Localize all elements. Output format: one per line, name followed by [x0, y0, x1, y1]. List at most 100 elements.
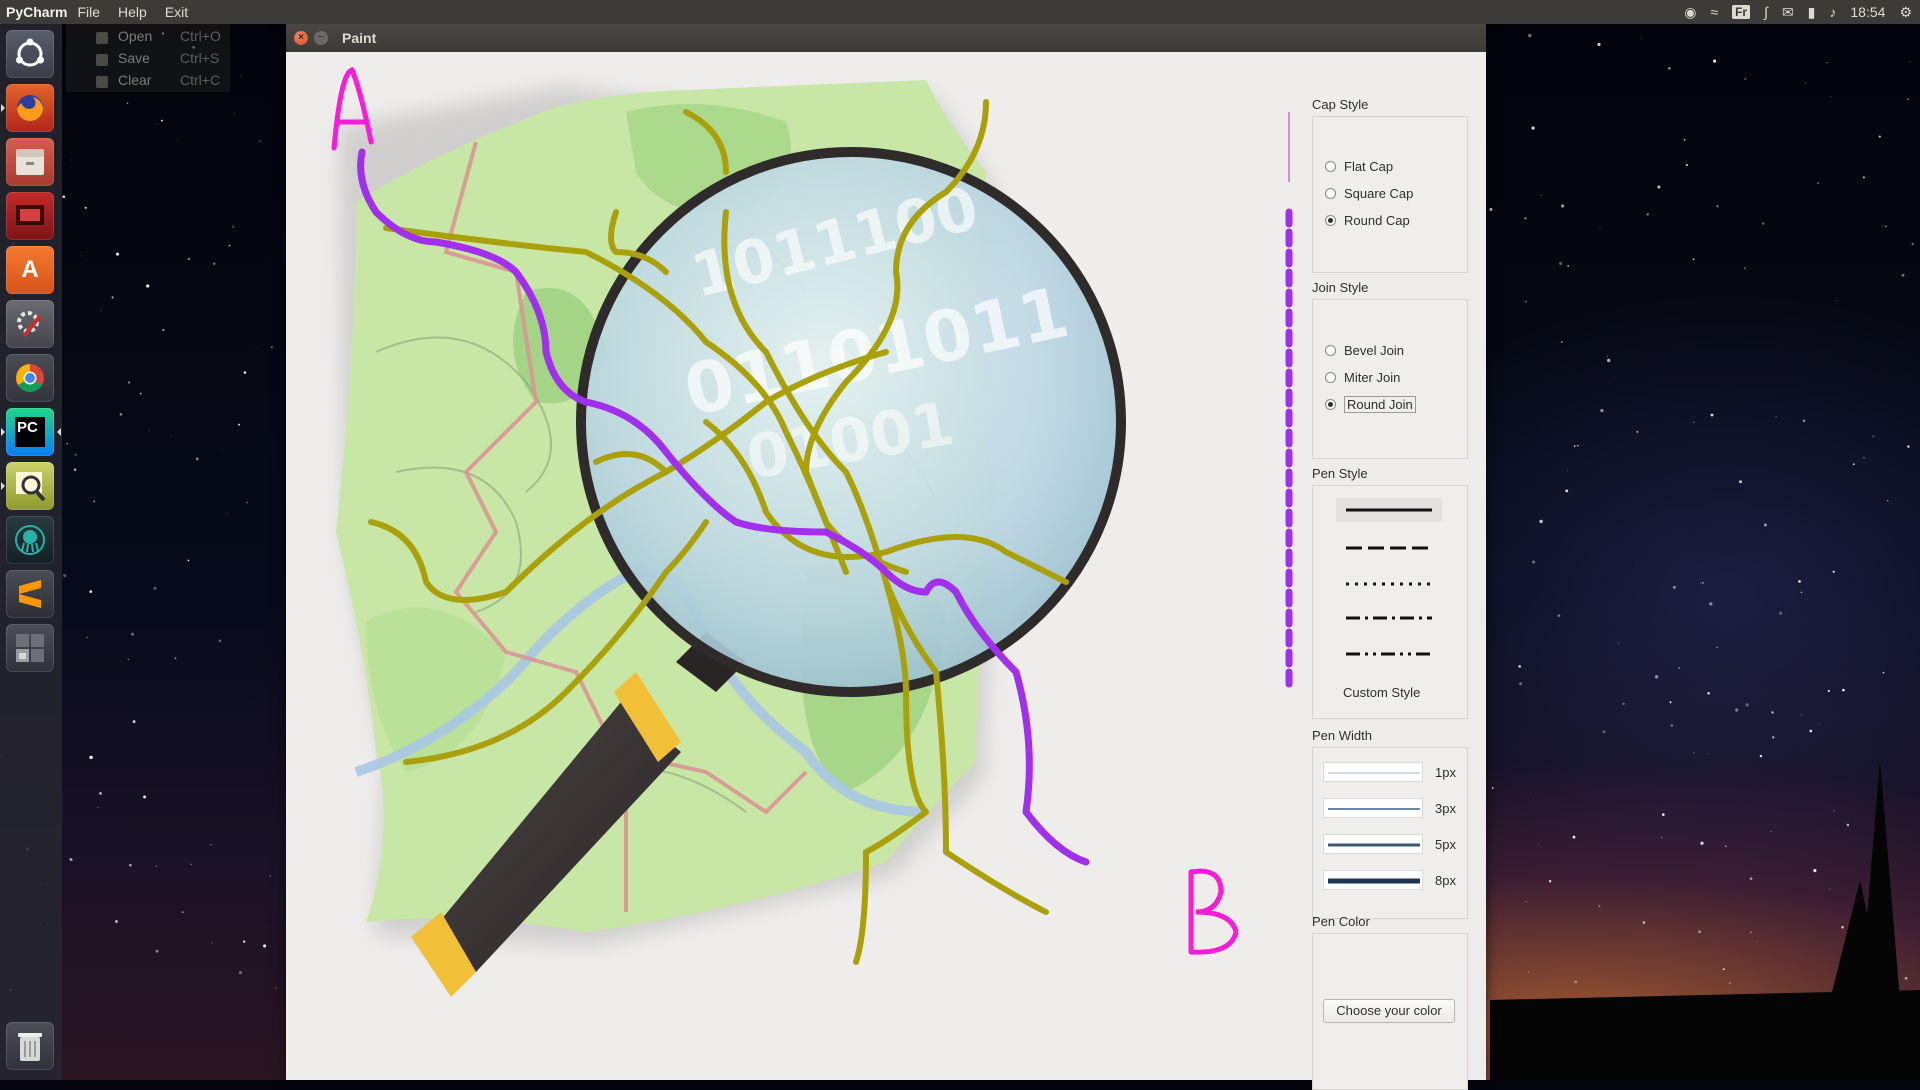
pen-width-sample [1323, 798, 1423, 818]
radio-button[interactable] [1325, 371, 1336, 383]
image-viewer-icon[interactable] [1, 462, 54, 510]
radio-round-join[interactable]: Round Join [1325, 395, 1416, 413]
star [1548, 879, 1552, 883]
window-titlebar[interactable]: × − Paint [286, 24, 1486, 52]
star [155, 865, 158, 868]
ubuntu-dash-icon[interactable] [6, 30, 54, 78]
pen-style-dash-button[interactable] [1336, 536, 1442, 560]
menu-item-save[interactable]: Save Ctrl+S [66, 50, 230, 72]
star [1661, 836, 1663, 838]
radio-button[interactable] [1325, 160, 1336, 172]
star [259, 140, 261, 142]
star [1702, 582, 1704, 584]
pen-style-dash-dot-button[interactable] [1336, 606, 1442, 630]
files-icon[interactable] [6, 138, 54, 186]
pen-width-5px-option[interactable]: 5px [1323, 834, 1463, 856]
star [1887, 500, 1889, 502]
star [181, 911, 184, 914]
drawing-canvas[interactable]: 1011100 01101011 01001 A B [286, 52, 1300, 1080]
star [148, 430, 150, 432]
radio-bevel-join[interactable]: Bevel Join [1325, 341, 1404, 359]
battery-icon[interactable]: ▮ [1808, 4, 1816, 21]
star [1572, 835, 1576, 839]
label-a: A [286, 52, 287, 53]
clock[interactable]: 18:54 [1850, 4, 1885, 20]
canvas-drawing: 1011100 01101011 01001 A B [286, 52, 1293, 997]
star [1759, 754, 1763, 758]
radio-button[interactable] [1325, 344, 1336, 356]
menu-item-clear[interactable]: Clear Ctrl+C [66, 72, 230, 94]
paint-window: × − Paint 1011100 01101011 01001 A B Cap… [286, 24, 1486, 1090]
gitkraken-icon[interactable] [6, 516, 54, 564]
indicator-area: ◉ ≈ Fr ∫ ✉ ▮ ♪ 18:54 ⚙ [1684, 0, 1912, 24]
pen-style-solid-button[interactable] [1336, 498, 1442, 522]
launcher: A PC [0, 24, 62, 1080]
star [1700, 841, 1704, 845]
pycharm-icon[interactable]: PC [1, 408, 61, 456]
radio-round-cap[interactable]: Round Cap [1325, 211, 1410, 229]
menu-help[interactable]: Help [118, 4, 147, 20]
menu-item-shortcut: Ctrl+O [180, 28, 221, 44]
star [1846, 823, 1850, 827]
gear-icon[interactable]: ⚙ [1899, 4, 1912, 21]
star [1566, 469, 1568, 472]
software-center-icon[interactable]: A [6, 246, 54, 294]
star [132, 720, 136, 724]
radio-button-selected[interactable] [1325, 398, 1336, 410]
star [1738, 480, 1743, 484]
star [221, 449, 223, 451]
workspace-switcher-icon[interactable] [6, 624, 54, 672]
choose-color-button[interactable]: Choose your color [1323, 999, 1455, 1023]
radio-flat-cap[interactable]: Flat Cap [1325, 157, 1393, 175]
star [1852, 463, 1855, 466]
chrome-icon[interactable] [6, 354, 54, 402]
pen-width-8px-option[interactable]: 8px [1323, 870, 1463, 892]
accounts-icon[interactable]: ◉ [1684, 4, 1696, 21]
menu-item-open[interactable]: Open Ctrl+O [66, 28, 230, 50]
sublime-text-icon[interactable] [6, 570, 54, 618]
star [1725, 845, 1727, 847]
radio-button[interactable] [1325, 187, 1336, 199]
pen-width-3px-option[interactable]: 3px [1323, 798, 1463, 820]
presentation-icon[interactable] [6, 192, 54, 240]
star [1729, 982, 1731, 984]
trash-icon[interactable] [6, 1022, 54, 1070]
star [119, 413, 123, 416]
star [1683, 139, 1686, 141]
menu-item-shortcut: Ctrl+S [180, 50, 220, 66]
star [74, 453, 77, 456]
minimize-icon[interactable]: − [314, 31, 328, 45]
pen-style-title: Pen Style [1312, 466, 1368, 481]
star [270, 346, 273, 349]
bluetooth-icon[interactable]: ∫ [1764, 4, 1768, 20]
firefox-icon[interactable] [1, 84, 54, 132]
menu-exit[interactable]: Exit [165, 4, 188, 20]
star [1565, 489, 1569, 493]
radio-label: Miter Join [1344, 369, 1401, 385]
pen-style-dash-dot-dot-button[interactable] [1336, 642, 1442, 666]
pen-style-group: Custom Style [1312, 485, 1468, 719]
custom-style-button[interactable]: Custom Style [1343, 683, 1420, 703]
star [1646, 212, 1650, 216]
close-icon[interactable]: × [294, 31, 308, 45]
keyboard-layout-indicator[interactable]: Fr [1732, 5, 1751, 19]
radio-miter-join[interactable]: Miter Join [1325, 368, 1400, 386]
star [1800, 591, 1803, 594]
star [1524, 217, 1527, 220]
pen-style-dot-button[interactable] [1336, 572, 1442, 596]
menu-file[interactable]: File [77, 4, 100, 20]
star [1904, 976, 1908, 980]
radio-square-cap[interactable]: Square Cap [1325, 184, 1413, 202]
system-settings-icon[interactable] [6, 300, 54, 348]
mail-icon[interactable]: ✉ [1782, 4, 1794, 21]
star [1882, 226, 1884, 228]
star [1817, 182, 1819, 184]
ground-silhouette [1490, 760, 1920, 1080]
radio-button-selected[interactable] [1325, 214, 1336, 226]
star [1802, 419, 1806, 422]
volume-icon[interactable]: ♪ [1829, 4, 1836, 20]
wifi-icon[interactable]: ≈ [1710, 4, 1718, 20]
pen-width-1px-option[interactable]: 1px [1323, 762, 1463, 784]
star [1693, 421, 1695, 423]
pen-width-label: 5px [1435, 837, 1456, 852]
